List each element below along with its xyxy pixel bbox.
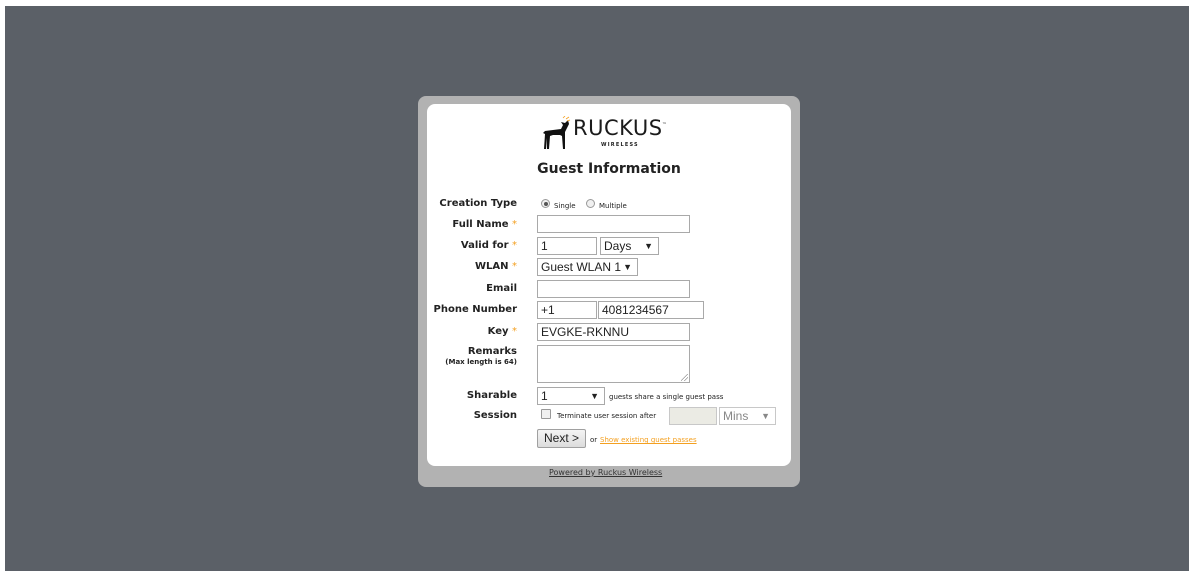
dropdown-arrow-icon: ▼ <box>644 241 653 251</box>
valid-for-input[interactable]: 1 <box>537 237 597 255</box>
dropdown-arrow-icon: ▼ <box>590 391 599 401</box>
session-label: Session <box>473 410 517 421</box>
remarks-label: Remarks (Max length is 64) <box>445 346 517 366</box>
wlan-value: Guest WLAN 1 <box>541 260 622 274</box>
remarks-textarea[interactable] <box>537 345 690 383</box>
required-mark: * <box>512 219 517 230</box>
creation-type-label: Creation Type <box>439 198 517 209</box>
session-unit-value: Mins <box>723 409 749 423</box>
email-label: Email <box>486 283 517 294</box>
sharable-select[interactable]: 1 ▼ <box>537 387 605 405</box>
wlan-label: WLAN * <box>475 261 517 272</box>
next-button[interactable]: Next > <box>537 429 586 448</box>
session-unit-select[interactable]: Mins ▼ <box>719 407 776 425</box>
full-name-label: Full Name * <box>452 219 517 230</box>
brand-trademark: ™ <box>662 122 667 128</box>
creation-type-multiple-label[interactable]: Multiple <box>599 202 627 210</box>
or-text: or <box>590 436 598 444</box>
required-mark: * <box>512 326 517 337</box>
creation-type-single-label[interactable]: Single <box>554 202 576 210</box>
required-mark: * <box>512 261 517 272</box>
email-input[interactable] <box>537 280 690 298</box>
dropdown-arrow-icon: ▼ <box>761 411 770 421</box>
key-input[interactable]: EVGKE-RKNNU <box>537 323 690 341</box>
required-mark: * <box>512 240 517 251</box>
brand-name: RUCKUS <box>573 116 663 140</box>
session-duration-input[interactable] <box>669 407 717 425</box>
phone-number-label: Phone Number <box>433 304 517 315</box>
creation-type-single-radio[interactable] <box>541 199 550 208</box>
wlan-select[interactable]: Guest WLAN 1 ▼ <box>537 258 638 276</box>
creation-type-multiple-radio[interactable] <box>586 199 595 208</box>
ruckus-logo: RUCKUS ™ WIRELESS <box>541 114 667 152</box>
key-label: Key * <box>487 326 517 337</box>
terminate-session-label[interactable]: Terminate user session after <box>557 412 656 420</box>
sharable-value: 1 <box>541 389 548 403</box>
full-name-input[interactable] <box>537 215 690 233</box>
terminate-session-checkbox[interactable] <box>541 409 551 419</box>
brand-subtitle: WIRELESS <box>601 142 639 148</box>
phone-number-input[interactable]: 4081234567 <box>598 301 704 319</box>
sharable-suffix: guests share a single guest pass <box>609 393 724 401</box>
show-existing-guest-passes-link[interactable]: Show existing guest passes <box>600 436 697 444</box>
remarks-sublabel: (Max length is 64) <box>445 358 517 366</box>
valid-for-unit-select[interactable]: Days ▼ <box>600 237 659 255</box>
sharable-label: Sharable <box>466 390 517 401</box>
valid-for-label: Valid for * <box>460 240 517 251</box>
page-title: Guest Information <box>537 161 681 177</box>
dropdown-arrow-icon: ▼ <box>623 262 632 272</box>
valid-for-unit-value: Days <box>604 239 632 253</box>
phone-country-code-input[interactable]: +1 <box>537 301 597 319</box>
powered-by-link[interactable]: Powered by Ruckus Wireless <box>549 468 662 477</box>
resize-grip-icon[interactable] <box>681 374 688 381</box>
ruckus-dog-icon <box>543 116 571 149</box>
